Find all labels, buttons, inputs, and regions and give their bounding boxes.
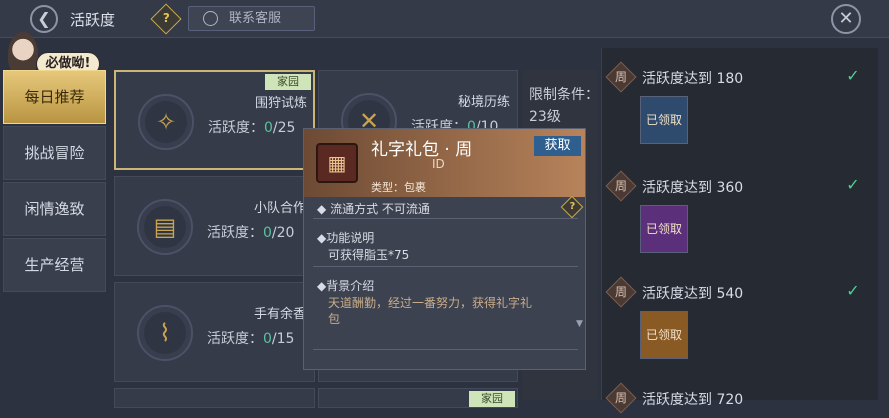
bullet-icon: ◆ [317,279,327,293]
item-type: 类型：包裹 [371,181,426,194]
contact-service-label: 联系客服 [229,11,282,26]
circulation-line: ◆ 流通方式 不可流通 [317,200,430,217]
back-chevron-icon: ❮ [37,9,51,28]
activity-card[interactable] [114,388,315,408]
week-badge: 周 [605,382,637,414]
close-button[interactable]: ✕ [831,4,861,34]
reward-text: 活跃度达到 180 [642,71,744,87]
background-text: 天道酬勤，经过一番努力，获得礼字礼 [328,296,533,310]
limit-label: 限制条件： [529,87,599,103]
home-tag: 家园 [469,391,515,407]
limit-condition: 限制条件： 23级 [529,84,599,128]
circulation-text: 流通方式 不可流通 [330,202,430,216]
item-title: 礼字礼包 · 周 [371,140,473,160]
reward-chest[interactable]: 已领取 [640,96,688,144]
reward-text: 活跃度达到 360 [642,180,744,196]
scroll-down-icon[interactable]: ▼ [576,319,583,329]
check-icon: ✓ [846,66,860,85]
page-title: 活跃度 [70,11,116,29]
divider [313,349,578,350]
reward-text: 活跃度达到 540 [642,286,744,302]
gift-chest-icon: ▦ [316,143,358,183]
item-tooltip: ▦ 礼字礼包 · 周 ID 类型：包裹 获取 ◆ 流通方式 不可流通 ? ◆功能… [303,128,586,370]
divider [313,266,578,267]
bullet-icon: ◆ [317,231,327,245]
close-icon: ✕ [838,8,854,29]
reward-panel: 周 活跃度达到 180 ✓ 已领取 周 活跃度达到 360 ✓ 已领取 周 活跃… [601,48,878,414]
activity-value: 活跃度：0/15 [207,331,295,347]
function-title: ◆功能说明 [317,231,375,245]
help-icon[interactable]: ? [560,195,584,219]
home-tag: 家园 [265,74,311,90]
activity-value: 活跃度：0/25 [208,120,296,136]
contact-service-button[interactable]: 联系客服 [188,6,315,31]
nav-item-daily[interactable]: 每日推荐 [3,70,106,124]
activity-card[interactable]: ▤ 小队合作 活跃度：0/20 [114,176,315,276]
bullet-icon: ◆ [317,202,327,216]
tooltip-header: ▦ 礼字礼包 · 周 ID 类型：包裹 获取 [304,129,585,197]
function-text: 可获得脂玉*75 [328,248,410,262]
service-icon [203,11,218,26]
reward-text: 活跃度达到 720 [642,392,744,408]
background-text-cont: 包 [328,312,341,326]
week-badge: 周 [605,170,637,202]
calendar-icon: ▤ [137,199,193,255]
help-icon[interactable]: ? [150,3,182,35]
reward-chest[interactable]: 已领取 [640,205,688,253]
week-badge: 周 [605,61,637,93]
back-button[interactable]: ❮ [30,5,58,33]
top-bar: ❮ 活跃度 ? 联系客服 ✕ [0,0,889,38]
limit-value: 23级 [529,109,561,125]
activity-card[interactable]: 家园 ✧ 围狩试炼 活跃度：0/25 [114,70,315,170]
activity-card[interactable]: ⌇ 手有余香 活跃度：0/15 [114,282,315,382]
left-nav: 每日推荐 挑战冒险 闲情逸致 生产经营 [3,70,106,294]
week-badge: 周 [605,276,637,308]
nav-item-leisure[interactable]: 闲情逸致 [3,182,106,236]
activity-value: 活跃度：0/20 [207,225,295,241]
item-id: ID [432,157,445,171]
scroll-icon: ⌇ [137,305,193,361]
nav-item-production[interactable]: 生产经营 [3,238,106,292]
hunt-icon: ✧ [138,94,194,150]
divider [313,218,578,219]
activity-card[interactable]: 家园 [318,388,518,408]
check-icon: ✓ [846,175,860,194]
nav-item-challenge[interactable]: 挑战冒险 [3,126,106,180]
get-button[interactable]: 获取 [534,136,581,156]
check-icon: ✓ [846,281,860,300]
background-title: ◆背景介绍 [317,279,375,293]
reward-chest[interactable]: 已领取 [640,311,688,359]
